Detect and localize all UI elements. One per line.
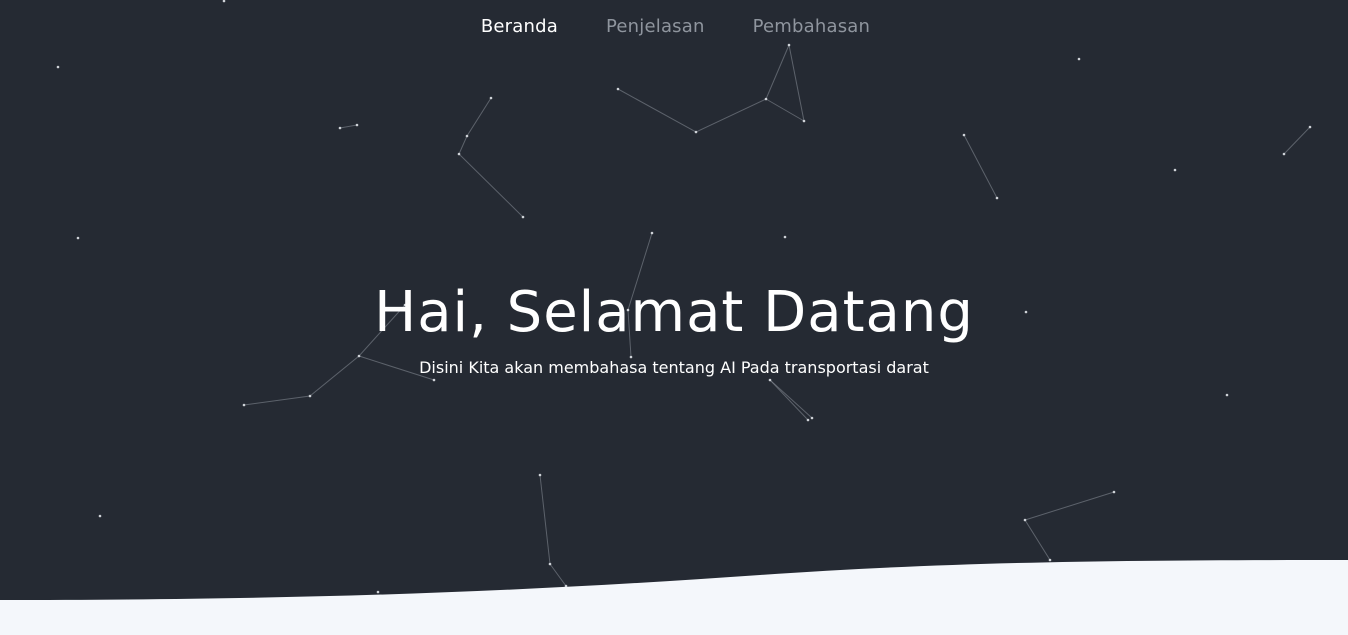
- particle-dot: [538, 473, 542, 477]
- particle-dot: [76, 236, 80, 240]
- particle-dot: [376, 590, 380, 594]
- particle-dot: [1282, 152, 1286, 156]
- particle-dot: [650, 231, 654, 235]
- particle-dot: [338, 126, 342, 130]
- particle-dot: [802, 119, 806, 123]
- particle-dot: [521, 215, 525, 219]
- hero-section: Beranda Penjelasan Pembahasan Hai, Selam…: [0, 0, 1348, 635]
- particle-dot: [995, 196, 999, 200]
- nav-item-beranda[interactable]: Beranda: [481, 16, 558, 37]
- particle-dot: [1112, 490, 1116, 494]
- particle-dot: [355, 123, 359, 127]
- particle-dot: [1173, 168, 1177, 172]
- particle-dot: [242, 403, 246, 407]
- nav-item-penjelasan[interactable]: Penjelasan: [606, 16, 705, 37]
- particle-dot: [465, 134, 469, 138]
- particle-dot: [806, 418, 810, 422]
- particle-dot: [764, 97, 768, 101]
- particle-dot: [56, 65, 60, 69]
- particle-dot: [98, 514, 102, 518]
- particle-dot: [787, 43, 791, 47]
- particle-dot: [768, 378, 772, 382]
- particle-dot: [1048, 558, 1052, 562]
- hero-title: Hai, Selamat Datang: [374, 280, 974, 345]
- particle-dot: [962, 133, 966, 137]
- nav-item-pembahasan[interactable]: Pembahasan: [753, 16, 871, 37]
- particle-dot: [810, 416, 814, 420]
- particle-dot: [1225, 393, 1229, 397]
- particle-dot: [457, 152, 461, 156]
- particle-dot: [616, 87, 620, 91]
- particle-dot: [432, 378, 436, 382]
- particle-dot: [783, 235, 787, 239]
- hero-subtitle: Disini Kita akan membahasa tentang AI Pa…: [419, 358, 929, 377]
- particle-dot: [308, 394, 312, 398]
- particle-dot: [1308, 125, 1312, 129]
- main-nav: Beranda Penjelasan Pembahasan: [0, 16, 1348, 37]
- particle-dot: [548, 562, 552, 566]
- particle-dot: [1077, 57, 1081, 61]
- particle-dot: [1023, 518, 1027, 522]
- particle-dot: [694, 130, 698, 134]
- particle-dot: [489, 96, 493, 100]
